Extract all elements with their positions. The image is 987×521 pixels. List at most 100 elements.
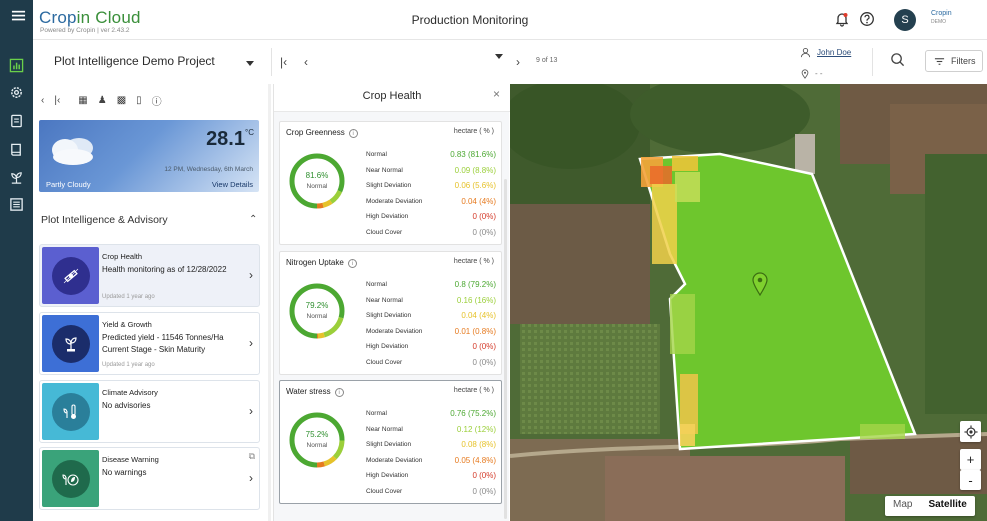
metric-row-value: 0 (0%) — [472, 342, 496, 352]
clipboard-icon[interactable] — [9, 113, 24, 128]
metric-row-value: 0.01 (0.8%) — [454, 326, 496, 336]
collapse-icon[interactable]: |‹ — [54, 95, 60, 106]
photo-icon[interactable]: ▩ — [117, 95, 126, 106]
metric-row-label: Slight Deviation — [366, 312, 412, 320]
disease-warning-card[interactable]: Disease Warning No warnings ⧉ › — [39, 447, 260, 510]
image-icon[interactable]: ▦ — [78, 95, 87, 106]
first-page-icon[interactable]: |‹ — [280, 55, 287, 69]
info-icon[interactable]: i — [348, 129, 358, 138]
delete-icon[interactable]: ▯ — [136, 95, 142, 106]
zoom-out-button[interactable]: - — [960, 470, 981, 490]
info-icon[interactable]: i — [347, 259, 357, 268]
disease-thumbnail — [42, 450, 99, 507]
metric-rows: Normal 0.76 (75.2%) Near Normal 0.12 (12%) S… — [366, 406, 496, 499]
card-title: Yield & Growth — [102, 320, 152, 329]
metric-row-value: 0 (0%) — [472, 357, 496, 367]
user-name-link[interactable]: John Doe — [817, 48, 851, 57]
metric-card[interactable]: Nitrogen Uptake i hectare ( % ) 79.2% Normal… — [279, 251, 502, 375]
divider — [271, 48, 272, 76]
weather-date: 12 PM, Wednesday, 6th March — [164, 166, 253, 173]
metric-row-value: 0.06 (5.6%) — [454, 181, 496, 191]
leaf-icon — [51, 459, 90, 498]
chevron-right-icon[interactable]: › — [249, 471, 253, 485]
metric-row-value: 0 (0%) — [472, 471, 496, 481]
help-icon[interactable] — [859, 11, 875, 27]
project-select[interactable]: Plot Intelligence Demo Project — [54, 54, 215, 68]
metric-row-label: Near Normal — [366, 425, 403, 433]
chevron-right-icon[interactable]: › — [249, 404, 253, 418]
metric-row-value: 0 (0%) — [472, 212, 496, 222]
seedling-icon — [51, 324, 90, 363]
crop-health-thumbnail — [42, 247, 99, 304]
metric-row-label: Moderate Deviation — [366, 197, 423, 205]
metric-row-label: High Deviation — [366, 343, 409, 351]
metric-row-label: Slight Deviation — [366, 182, 412, 190]
toolbar: Plot Intelligence Demo Project |‹ ‹ › 9 … — [33, 44, 987, 84]
map-imagery — [510, 84, 987, 521]
metric-row-value: 0.76 (75.2%) — [450, 409, 496, 419]
next-page-icon[interactable]: › — [516, 55, 520, 69]
notification-bell-icon[interactable] — [834, 11, 850, 27]
climate-advisory-card[interactable]: Climate Advisory No advisories › — [39, 380, 260, 443]
donut-label: Normal — [306, 183, 328, 190]
climate-thumbnail — [42, 383, 99, 440]
metric-row: Slight Deviation 0.04 (4%) — [366, 308, 496, 324]
back-icon[interactable]: ‹ — [41, 95, 44, 106]
chevron-right-icon[interactable]: › — [249, 336, 253, 350]
person-icon[interactable]: ♟ — [98, 95, 107, 106]
metric-card[interactable]: Water stress i hectare ( % ) 75.2% Normal Nor… — [279, 380, 502, 504]
metric-row-value: 0.04 (4%) — [461, 196, 496, 206]
metric-row: Moderate Deviation 0.05 (4.8%) — [366, 453, 496, 469]
top-header: Cropin Cloud Powered by Cropin | ver 2.4… — [33, 0, 987, 40]
metric-title: Nitrogen Uptake i — [286, 258, 357, 268]
user-avatar[interactable]: S — [894, 9, 916, 31]
location-pin-icon — [800, 68, 810, 82]
external-link-icon[interactable]: ⧉ — [249, 451, 255, 462]
donut-percent: 81.6% — [305, 171, 329, 180]
list-icon[interactable] — [9, 197, 24, 212]
panel-scrollbar[interactable] — [504, 179, 507, 519]
card-subtitle: Health monitoring as of 12/28/2022 — [102, 265, 227, 274]
map-type-map-button[interactable]: Map — [885, 496, 920, 516]
metric-donut-chart — [289, 153, 345, 209]
crop-health-card[interactable]: Crop Health Health monitoring as of 12/2… — [39, 244, 260, 307]
dashboard-icon[interactable] — [9, 58, 24, 73]
card-title: Crop Health — [102, 252, 143, 261]
crop-health-title: Crop Health — [362, 90, 422, 102]
plot-dropdown-caret-icon[interactable] — [495, 54, 503, 59]
yield-growth-card[interactable]: Yield & Growth Predicted yield - 11546 T… — [39, 312, 260, 375]
user-icon — [800, 47, 811, 60]
donut-label: Normal — [306, 442, 328, 449]
location-text: - - — [815, 69, 823, 78]
book-icon[interactable] — [9, 142, 24, 157]
settings-icon[interactable] — [9, 85, 24, 100]
metric-row: Normal 0.83 (81.6%) — [366, 147, 496, 163]
view-details-link[interactable]: View Details — [212, 180, 253, 189]
hamburger-menu-icon[interactable] — [11, 8, 26, 23]
zoom-in-button[interactable]: + — [960, 449, 981, 470]
metric-row-value: 0.05 (4.8%) — [454, 455, 496, 465]
metric-row-value: 0 (0%) — [472, 227, 496, 237]
search-icon[interactable] — [890, 52, 905, 70]
metric-row: Normal 0.76 (75.2%) — [366, 406, 496, 422]
weather-card[interactable]: 28.1 °C 12 PM, Wednesday, 6th March Part… — [39, 120, 259, 192]
panel-scrollbar[interactable] — [268, 84, 271, 521]
close-icon[interactable]: × — [493, 87, 500, 101]
plant-icon[interactable] — [9, 170, 24, 185]
metric-row: Slight Deviation 0.08 (8%) — [366, 437, 496, 453]
chevron-right-icon[interactable]: › — [249, 268, 253, 282]
panel-tools: ‹ |‹ ▦ ♟ ▩ ▯ ⓘ — [41, 93, 162, 108]
metric-row-label: Moderate Deviation — [366, 456, 423, 464]
satellite-map[interactable]: + - Map Satellite — [510, 84, 987, 521]
metric-card[interactable]: Crop Greenness i hectare ( % ) 81.6% Normal N… — [279, 121, 502, 245]
info-icon[interactable]: ⓘ — [152, 93, 162, 108]
map-type-satellite-button[interactable]: Satellite — [920, 496, 974, 516]
info-icon[interactable]: i — [334, 388, 344, 397]
metric-row-value: 0.8 (79.2%) — [454, 280, 496, 290]
prev-page-icon[interactable]: ‹ — [304, 55, 308, 69]
project-dropdown-caret-icon[interactable] — [246, 61, 254, 66]
locate-me-icon[interactable] — [960, 421, 981, 442]
chevron-up-icon[interactable]: ⌃ — [249, 214, 257, 225]
metric-row-label: Slight Deviation — [366, 441, 412, 449]
filters-button[interactable]: Filters — [925, 50, 983, 72]
